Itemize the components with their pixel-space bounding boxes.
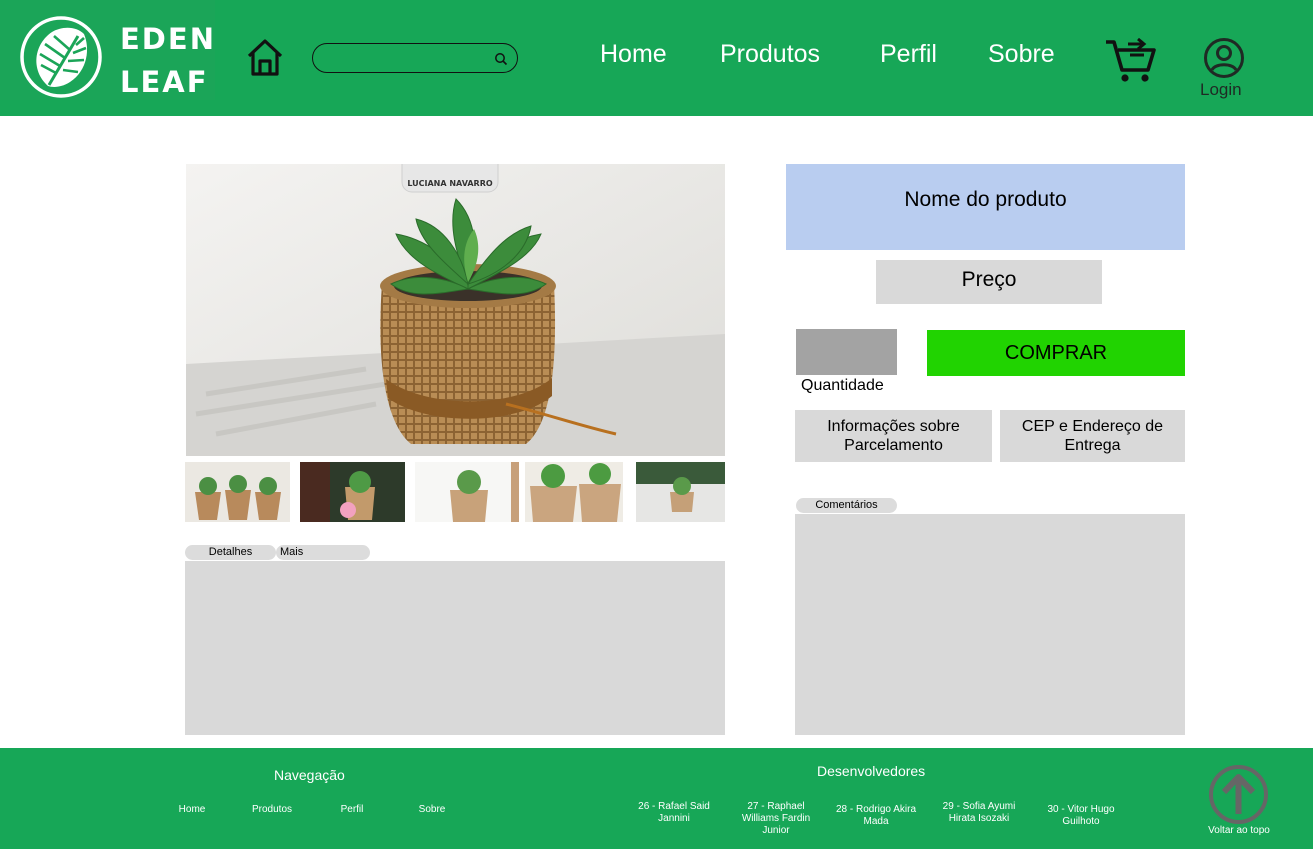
developer-item: 28 - Rodrigo Akira Mada	[835, 804, 917, 827]
succulent-photo: LUCIANA NAVARRO	[186, 164, 725, 456]
nav-perfil[interactable]: Perfil	[880, 38, 937, 70]
nav-home[interactable]: Home	[600, 38, 667, 70]
comments-tab[interactable]: Comentários	[796, 498, 897, 513]
search-icon[interactable]	[494, 52, 508, 66]
shipping-button[interactable]: CEP e Endereço de Entrega	[1000, 410, 1185, 462]
logo[interactable]: EDEN LEAF	[0, 0, 215, 100]
thumbnail-image	[300, 462, 405, 522]
developer-item: 29 - Sofia Ayumi Hirata Isozaki	[942, 801, 1016, 824]
buy-button[interactable]: COMPRAR	[927, 330, 1185, 376]
thumbnail-image	[415, 462, 519, 522]
footer-link-perfil[interactable]: Perfil	[332, 804, 372, 815]
tab-details[interactable]: Detalhes	[185, 545, 276, 560]
thumbnail-image	[185, 462, 290, 522]
quantity-input[interactable]	[796, 329, 897, 375]
installments-button[interactable]: Informações sobre Parcelamento	[795, 410, 992, 462]
logo-line-1: EDEN	[120, 22, 216, 56]
footer-devs-title: Desenvolvedores	[817, 763, 926, 779]
thumbnail-image	[636, 462, 725, 522]
nav-sobre[interactable]: Sobre	[988, 38, 1055, 70]
product-thumbnail[interactable]	[185, 462, 290, 522]
details-panel	[185, 561, 725, 735]
developer-item: 26 - Rafael Said Jannini	[638, 801, 710, 824]
user-circle-icon[interactable]	[1203, 37, 1245, 79]
product-name: Nome do produto	[786, 164, 1185, 250]
footer-link-sobre[interactable]: Sobre	[412, 804, 452, 815]
developer-item: 30 - Vitor Hugo Guilhoto	[1047, 804, 1115, 827]
product-thumbnail[interactable]	[300, 462, 405, 522]
footer	[0, 748, 1313, 849]
product-thumbnail[interactable]	[415, 462, 519, 522]
product-thumbnail[interactable]	[636, 462, 725, 522]
arrow-up-circle-icon[interactable]	[1208, 764, 1269, 825]
back-to-top-label[interactable]: Voltar ao topo	[1198, 825, 1280, 836]
footer-link-home[interactable]: Home	[172, 804, 212, 815]
product-main-image[interactable]: LUCIANA NAVARRO	[186, 164, 725, 456]
footer-nav-title: Navegação	[274, 767, 345, 783]
search-input[interactable]	[312, 43, 518, 73]
logo-text: EDEN LEAF	[120, 18, 216, 104]
house-icon[interactable]	[245, 37, 285, 77]
product-thumbnail[interactable]	[525, 462, 623, 522]
login-link[interactable]: Login	[1200, 80, 1242, 100]
comments-panel	[795, 514, 1185, 735]
thumbnail-image	[525, 462, 623, 522]
nav-produtos[interactable]: Produtos	[720, 38, 820, 70]
leaf-logo-icon	[20, 16, 102, 98]
cart-icon[interactable]	[1104, 38, 1158, 84]
tab-recommendations[interactable]: Mais recomendações	[276, 545, 370, 573]
footer-link-produtos[interactable]: Produtos	[247, 804, 297, 815]
tag-text: LUCIANA NAVARRO	[407, 179, 493, 188]
developer-item: 27 - Raphael Williams Fardin Junior	[741, 801, 811, 836]
quantity-label: Quantidade	[801, 377, 884, 394]
logo-line-2: LEAF	[120, 65, 209, 99]
product-price: Preço	[876, 260, 1102, 304]
